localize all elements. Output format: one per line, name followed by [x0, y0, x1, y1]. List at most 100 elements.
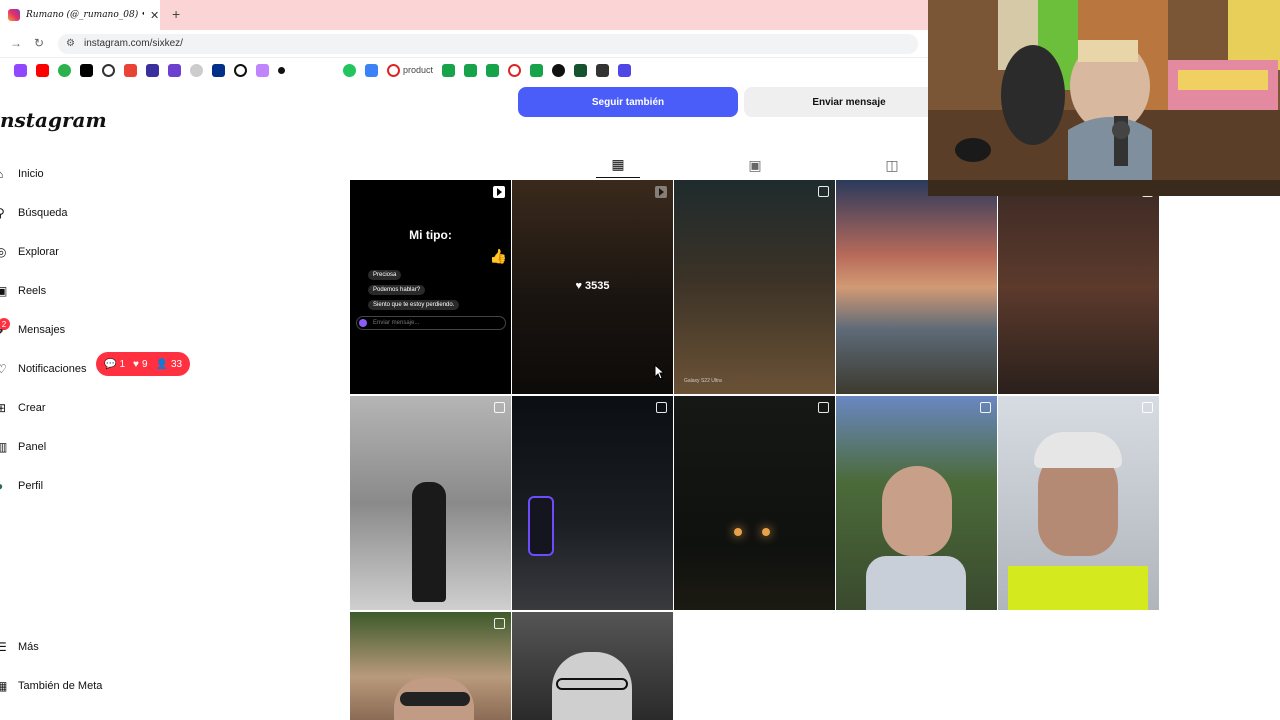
- nav-item-mas[interactable]: ☰ Más: [0, 635, 200, 659]
- post-thumbnail[interactable]: Mi tipo: 👍 Preciosa Podemos hablar? Sien…: [350, 180, 511, 394]
- nav-item-busqueda[interactable]: ⚲ Búsqueda: [0, 201, 200, 225]
- heart-icon: ♥: [575, 280, 582, 292]
- url-bar[interactable]: ⚙ instagram.com/sixkez/: [58, 34, 918, 54]
- post-thumbnail[interactable]: [350, 612, 511, 720]
- bookmark-icon[interactable]: [58, 63, 71, 77]
- post-thumbnail[interactable]: Galaxy S22 Ultra: [674, 180, 835, 394]
- nav-item-panel[interactable]: ▥ Panel: [0, 435, 200, 459]
- nav-item-mensajes[interactable]: ✈ 2 Mensajes: [0, 318, 200, 342]
- browser-tab-strip: Rumano (@_rumano_08) • Fo ✕ +: [0, 0, 928, 30]
- notifications-popup[interactable]: 💬 1 ♥ 9 👤 33: [96, 352, 191, 376]
- bookmark-icon[interactable]: [365, 63, 378, 77]
- bookmark-product[interactable]: product: [387, 63, 434, 77]
- bookmark-icon[interactable]: [618, 63, 632, 77]
- send-message-button[interactable]: Enviar mensaje: [744, 87, 954, 117]
- home-icon: ⌂: [0, 167, 8, 181]
- post-thumbnail[interactable]: ♥ 3535: [512, 180, 673, 394]
- bookmark-icon[interactable]: [168, 63, 181, 77]
- bookmark-icon[interactable]: [256, 63, 269, 77]
- photo-watermark: Galaxy S22 Ultra: [684, 378, 722, 384]
- carousel-icon: [818, 402, 829, 413]
- like-count-value: 9: [141, 358, 148, 370]
- bookmark-icon[interactable]: [278, 66, 285, 74]
- carousel-icon: [1142, 402, 1153, 413]
- tab-tagged[interactable]: ◫: [870, 152, 914, 178]
- tab-posts[interactable]: ▦: [596, 152, 640, 178]
- nav-label: Notificaciones: [18, 363, 87, 375]
- nav-label: Crear: [18, 402, 46, 414]
- comment-count-value: 1: [119, 358, 126, 370]
- paypal-bookmark-icon[interactable]: [212, 63, 225, 77]
- address-bar-row: → ↻ ⚙ instagram.com/sixkez/: [0, 30, 928, 58]
- comment-count: 💬 1: [104, 359, 125, 370]
- carousel-icon: [656, 402, 667, 413]
- bookmark-icon[interactable]: [464, 63, 478, 77]
- post-thumbnail[interactable]: [512, 396, 673, 610]
- bookmark-icon[interactable]: [442, 63, 456, 77]
- reload-button[interactable]: ↻: [34, 36, 44, 50]
- follow-count: 👤 33: [156, 359, 183, 370]
- bookmark-icon[interactable]: [574, 63, 588, 77]
- bookmark-icon[interactable]: [530, 63, 544, 77]
- bookmark-icon[interactable]: [146, 63, 159, 77]
- photo-light: [762, 528, 770, 536]
- bookmark-icon[interactable]: [486, 63, 500, 77]
- bookmark-icon[interactable]: [343, 63, 356, 77]
- carousel-icon: [818, 186, 829, 197]
- nav-label: Perfil: [18, 480, 44, 492]
- follow-count-value: 33: [170, 358, 183, 370]
- tiktok-bookmark-icon[interactable]: [80, 63, 93, 77]
- nav-label: Más: [18, 641, 39, 653]
- instagram-favicon-icon: [8, 9, 20, 21]
- tagged-icon: ◫: [885, 156, 899, 173]
- bookmark-icon[interactable]: [508, 63, 522, 77]
- photo-figure: [412, 482, 446, 602]
- meta-icon: ▦: [0, 679, 8, 693]
- heart-icon: ♡: [0, 362, 7, 376]
- site-info-icon[interactable]: ⚙: [66, 34, 75, 54]
- post-thumbnail[interactable]: [998, 180, 1159, 394]
- nav-item-crear[interactable]: ⊞ Crear: [0, 396, 200, 420]
- bookmark-icon: [387, 63, 400, 77]
- bookmark-icon[interactable]: [190, 63, 203, 77]
- post-thumbnail[interactable]: [350, 396, 511, 610]
- like-count: 3535: [585, 280, 610, 292]
- heart-icon: ♥: [133, 358, 139, 370]
- post-thumbnail[interactable]: [512, 612, 673, 720]
- bookmark-icon[interactable]: [552, 63, 566, 77]
- forward-button[interactable]: →: [10, 36, 22, 50]
- nav-item-explorar[interactable]: ◎ Explorar: [0, 240, 200, 264]
- new-tab-button[interactable]: +: [172, 6, 180, 22]
- photo-face: [882, 466, 952, 556]
- follow-back-button[interactable]: Seguir también: [518, 87, 738, 117]
- twitch-bookmark-icon[interactable]: [14, 63, 27, 77]
- bookmarks-bar: product: [0, 58, 928, 82]
- tab-reels[interactable]: ▣: [733, 152, 777, 178]
- chat-message: Siento que te estoy perdiendo.: [368, 300, 460, 310]
- mouse-cursor-icon: [654, 364, 664, 380]
- gmail-bookmark-icon[interactable]: [124, 63, 137, 77]
- post-thumbnail[interactable]: [674, 396, 835, 610]
- plus-icon: ⊞: [0, 401, 7, 415]
- post-thumbnail[interactable]: [998, 396, 1159, 610]
- nav-item-inicio[interactable]: ⌂ Inicio: [0, 162, 200, 186]
- threads-bookmark-icon[interactable]: [102, 63, 115, 77]
- post-thumbnail[interactable]: [836, 396, 997, 610]
- bookmark-product-label: product: [403, 65, 434, 75]
- browser-tab[interactable]: Rumano (@_rumano_08) • Fo ✕: [0, 0, 160, 30]
- whatsapp-bookmark-icon[interactable]: [234, 63, 247, 77]
- nav-item-reels[interactable]: ▣ Reels: [0, 279, 200, 303]
- nav-item-perfil[interactable]: ● Perfil: [0, 474, 200, 498]
- chat-message: Podemos hablar?: [368, 285, 426, 295]
- chat-input-mock: Enviar mensaje...: [356, 316, 506, 330]
- nav-label: Búsqueda: [18, 207, 68, 219]
- bookmark-icon[interactable]: [596, 63, 610, 77]
- post-thumbnail[interactable]: [836, 180, 997, 394]
- nav-item-tambien-de-meta[interactable]: ▦ También de Meta: [0, 674, 200, 698]
- tab-close-icon[interactable]: ✕: [150, 9, 159, 22]
- like-count: ♥ 9: [133, 359, 148, 370]
- youtube-bookmark-icon[interactable]: [36, 63, 49, 77]
- nav-label: Mensajes: [18, 324, 66, 336]
- instagram-logo[interactable]: nstagram: [0, 108, 107, 132]
- nav-label: Inicio: [18, 168, 44, 180]
